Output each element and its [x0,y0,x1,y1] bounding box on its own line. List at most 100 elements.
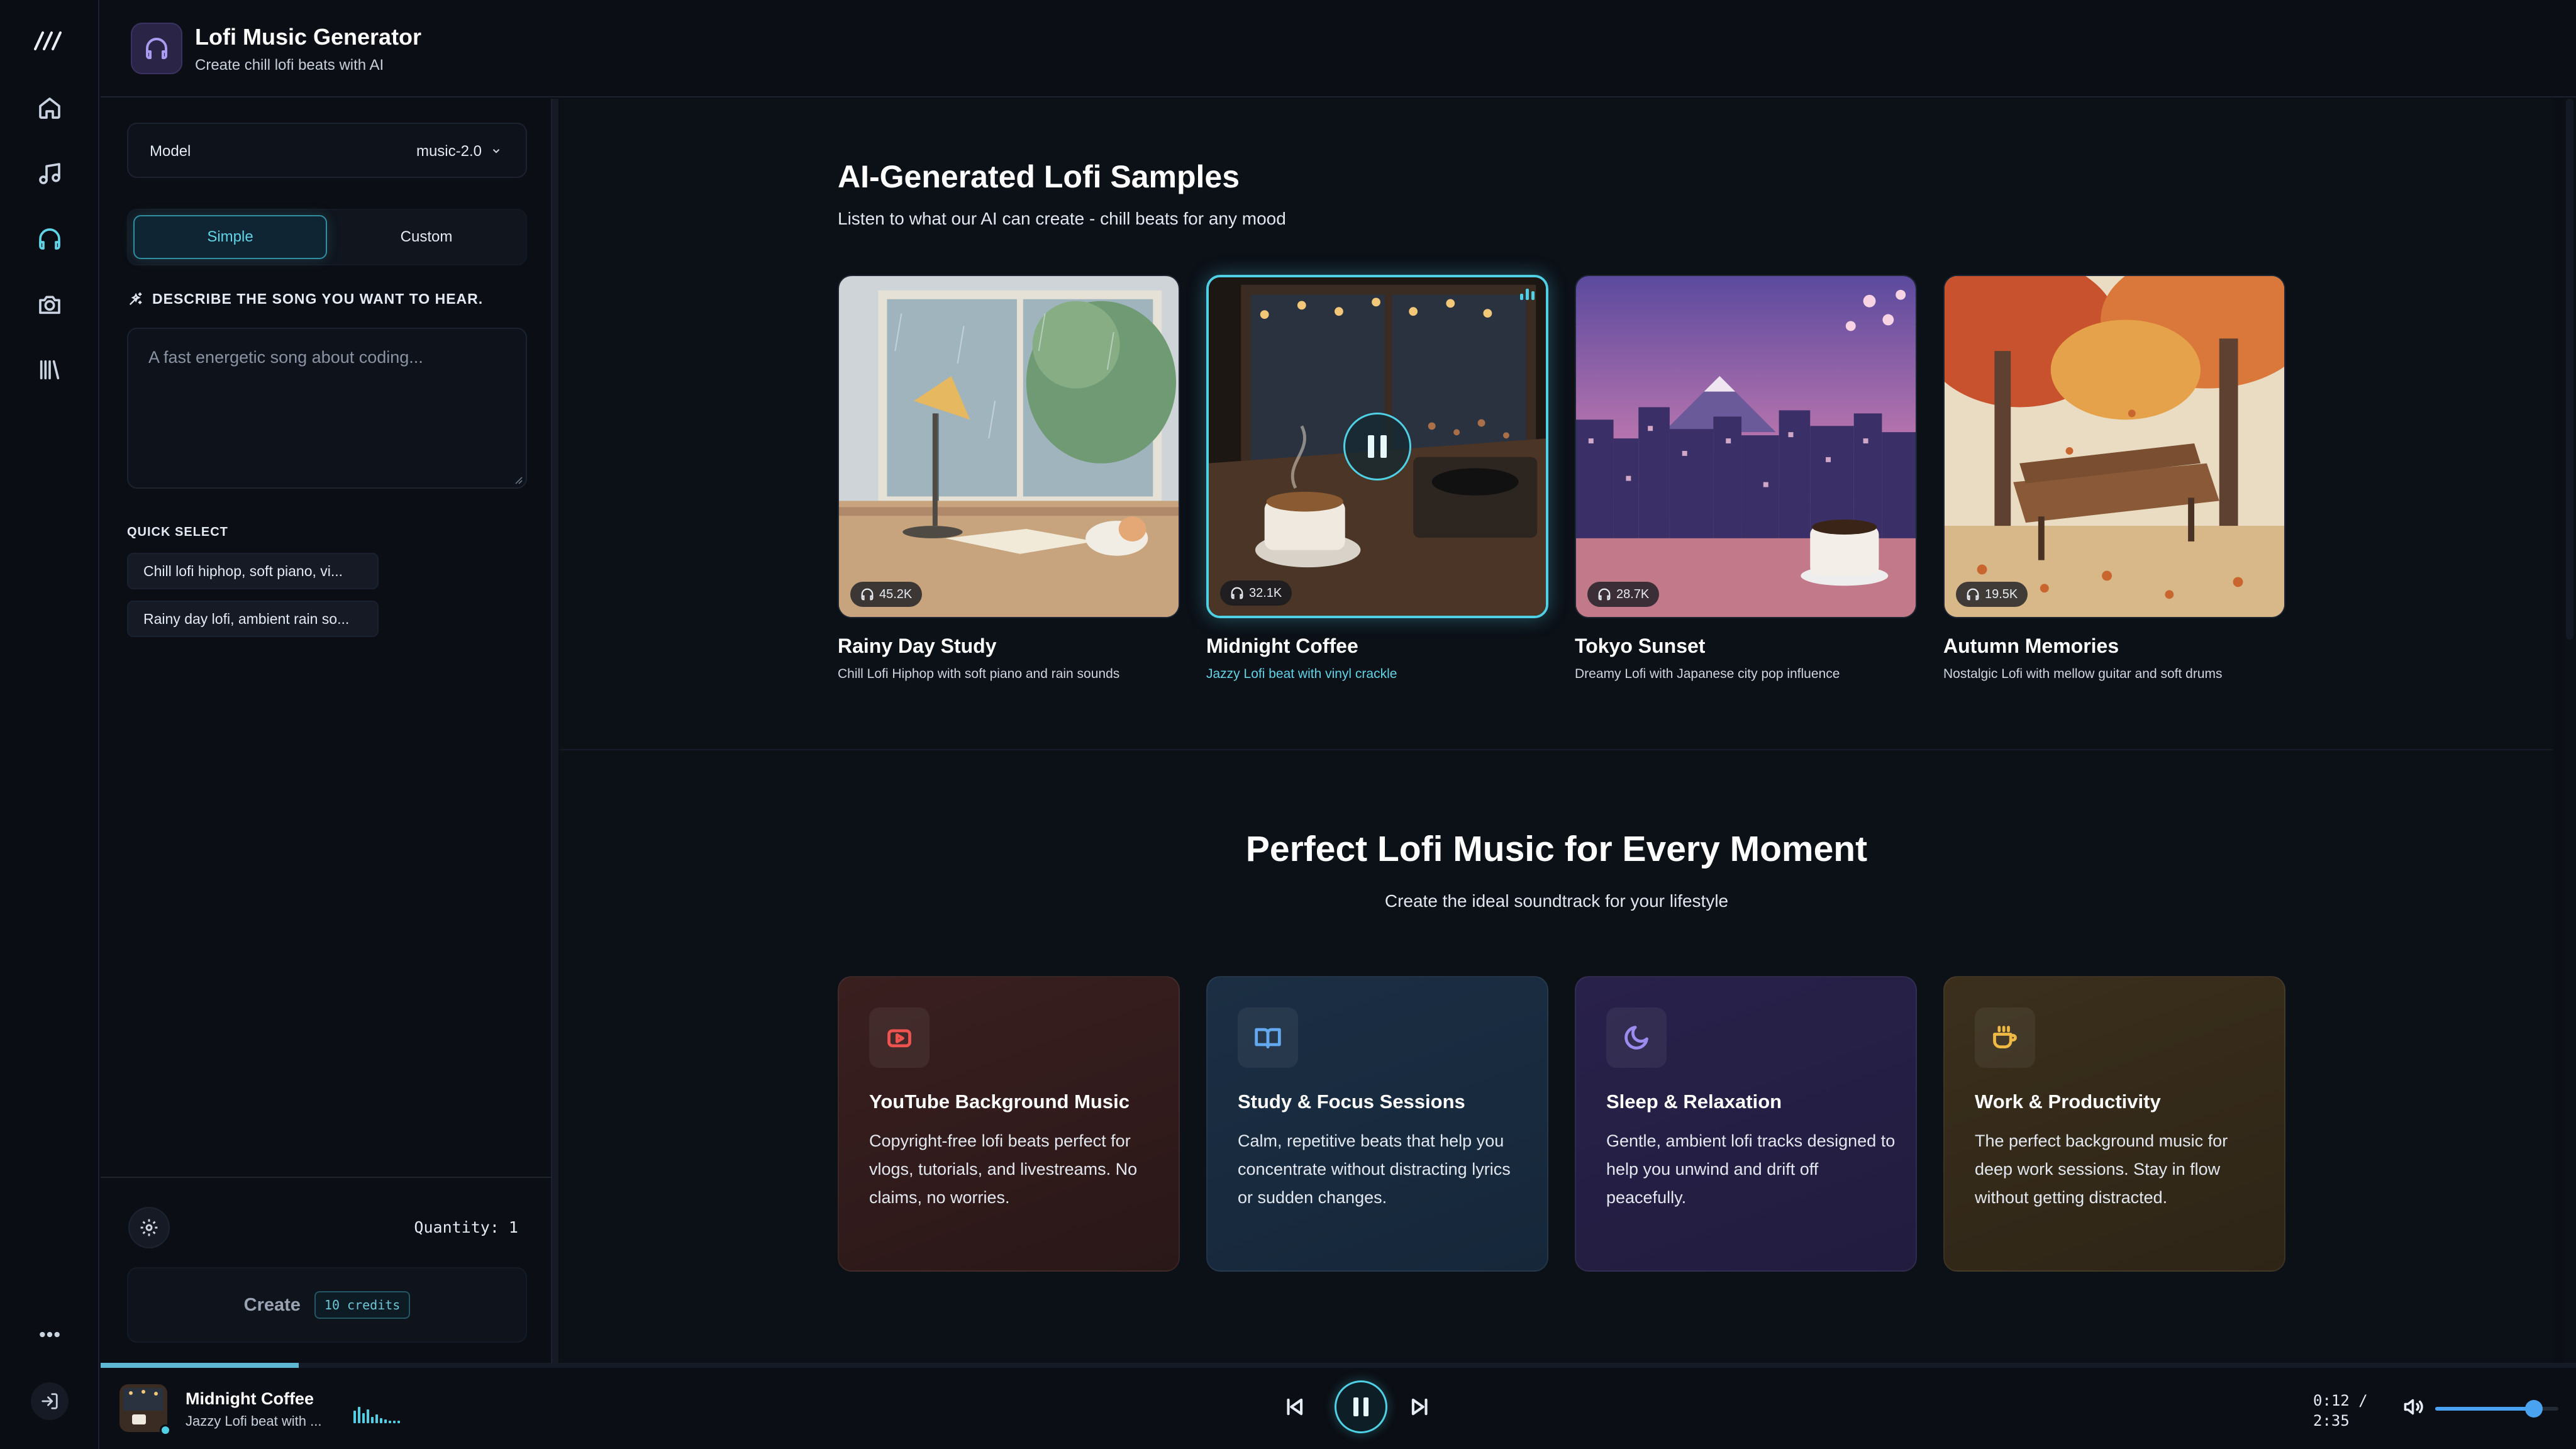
model-label: Model [150,143,191,160]
now-playing-title: Midnight Coffee [186,1389,314,1408]
playback-progress[interactable] [101,1363,2576,1368]
progress-fill [101,1363,299,1368]
now-playing-subtitle: Jazzy Lofi beat with ... [186,1413,322,1429]
gear-icon [140,1219,158,1236]
main-content: AI-Generated Lofi Samples Listen to what… [560,99,2553,1363]
volume-icon [2404,1399,2423,1415]
feature-card-study: Study & Focus Sessions Calm, repetitive … [1206,976,1548,1272]
tab-custom[interactable]: Custom [330,215,523,259]
sample-artwork[interactable]: 19.5K [1943,275,2285,618]
credits-badge: 10 credits [314,1291,411,1319]
skip-back-icon [1287,1398,1303,1416]
quantity-label[interactable]: Quantity: 1 [414,1218,518,1236]
library-icon[interactable] [33,353,66,386]
playback-time: 0:12 / 2:35 [2313,1391,2368,1431]
feature-title: YouTube Background Music [869,1091,1130,1113]
volume-button[interactable] [2402,1396,2428,1421]
autumn-memories-illustration [1945,276,2284,617]
sample-card[interactable]: 32.1K Midnight Coffee Jazzy Lofi beat wi… [1206,275,1548,682]
sample-name: Autumn Memories [1943,635,2119,657]
live-indicator [160,1424,171,1436]
sample-card[interactable]: 28.7K Tokyo Sunset Dreamy Lofi with Japa… [1575,275,1917,682]
describe-heading: DESCRIBE THE SONG YOU WANT TO HEAR. [127,291,483,308]
quick-select-heading: QUICK SELECT [127,525,228,539]
app-title: Lofi Music Generator [195,24,422,50]
sample-card[interactable]: 45.2K Rainy Day Study Chill Lofi Hiphop … [838,275,1180,682]
now-playing-indicator [1520,289,1535,300]
panel-scrollbar[interactable] [552,99,558,1363]
feature-title: Sleep & Relaxation [1606,1091,1782,1113]
play-count: 45.2K [879,587,913,601]
volume-handle[interactable] [2524,1400,2543,1418]
next-track-button[interactable] [1402,1389,1438,1424]
audio-player: Midnight Coffee Jazzy Lofi beat with ...… [101,1363,2576,1449]
rainy-study-illustration [839,276,1179,617]
moments-subtitle: Create the ideal soundtrack for your lif… [1384,891,1729,911]
now-playing-artwork [119,1384,167,1432]
feature-description: Copyright-free lofi beats perfect for vl… [869,1131,1138,1207]
settings-button[interactable] [128,1207,170,1248]
create-label: Create [243,1294,301,1315]
volume-fill [2435,1407,2534,1411]
feature-card-youtube: YouTube Background Music Copyright-free … [838,976,1180,1272]
play-count: 32.1K [1249,586,1282,600]
feature-description: Calm, repetitive beats that help you con… [1238,1131,1511,1207]
create-button[interactable]: Create 10 credits [127,1267,527,1343]
feature-title: Work & Productivity [1975,1091,2161,1113]
camera-icon[interactable] [33,288,66,321]
icon-rail [0,0,99,1449]
sparkle-icon [130,292,142,305]
mode-toggle: Simple Custom [127,209,527,265]
sample-artwork[interactable]: 45.2K [838,275,1180,618]
music-note-icon[interactable] [33,157,66,190]
waveform-icon [353,1402,400,1423]
previous-track-button[interactable] [1277,1389,1312,1424]
samples-subtitle: Listen to what our AI can create - chill… [838,209,1286,228]
samples-title: AI-Generated Lofi Samples [838,159,1240,194]
headphones-icon [1231,587,1243,599]
home-icon[interactable] [33,92,66,125]
feature-title: Study & Focus Sessions [1238,1091,1465,1113]
sign-in-icon[interactable] [31,1382,69,1420]
headphones-icon[interactable] [33,223,66,255]
quick-select-chip[interactable]: Rainy day lofi, ambient rain so... [127,601,379,637]
headphones-icon [1967,588,1979,601]
play-count: 28.7K [1616,587,1650,601]
pause-button[interactable] [1343,413,1411,480]
scrollbar-thumb[interactable] [2566,99,2573,640]
app-logo-icon[interactable] [31,26,69,54]
headphones-icon [131,23,182,74]
moon-icon [1606,1008,1667,1068]
main-scrollbar[interactable] [2563,99,2576,1363]
youtube-icon [869,1008,930,1068]
play-count-badge: 28.7K [1587,582,1660,607]
sample-description: Dreamy Lofi with Japanese city pop influ… [1575,667,1840,681]
sample-artwork[interactable]: 28.7K [1575,275,1917,618]
sample-description: Jazzy Lofi beat with vinyl crackle [1206,667,1397,681]
resize-handle-icon[interactable] [513,475,523,485]
sample-description: Nostalgic Lofi with mellow guitar and so… [1943,667,2223,681]
play-pause-button[interactable] [1335,1380,1387,1433]
play-count-badge: 32.1K [1220,580,1292,606]
track-duration: 2:35 [2313,1412,2350,1430]
generator-panel: Model music-2.0 Simple Custom DESCRIBE T… [101,99,552,1363]
tab-simple[interactable]: Simple [133,215,327,259]
app-root: Lofi Music Generator Create chill lofi b… [0,0,2576,1449]
more-icon[interactable] [33,1318,66,1351]
headphones-icon [1598,588,1611,601]
book-icon [1238,1008,1298,1068]
sample-card[interactable]: 19.5K Autumn Memories Nostalgic Lofi wit… [1943,275,2285,682]
play-count: 19.5K [1985,587,2018,601]
describe-label: DESCRIBE THE SONG YOU WANT TO HEAR. [152,291,484,307]
song-description-input[interactable] [127,328,527,489]
play-count-badge: 19.5K [1956,582,2028,607]
model-select[interactable]: Model music-2.0 [127,123,527,178]
sample-artwork[interactable]: 32.1K [1206,275,1548,618]
volume-slider[interactable] [2435,1400,2558,1418]
quick-select-chip[interactable]: Chill lofi hiphop, soft piano, vi... [127,553,379,589]
feature-description: The perfect background music for deep wo… [1975,1131,2228,1207]
moments-title: Perfect Lofi Music for Every Moment [1245,829,1868,869]
tokyo-sunset-illustration [1576,276,1916,617]
sample-name: Rainy Day Study [838,635,997,657]
feature-card-work: Work & Productivity The perfect backgrou… [1943,976,2285,1272]
